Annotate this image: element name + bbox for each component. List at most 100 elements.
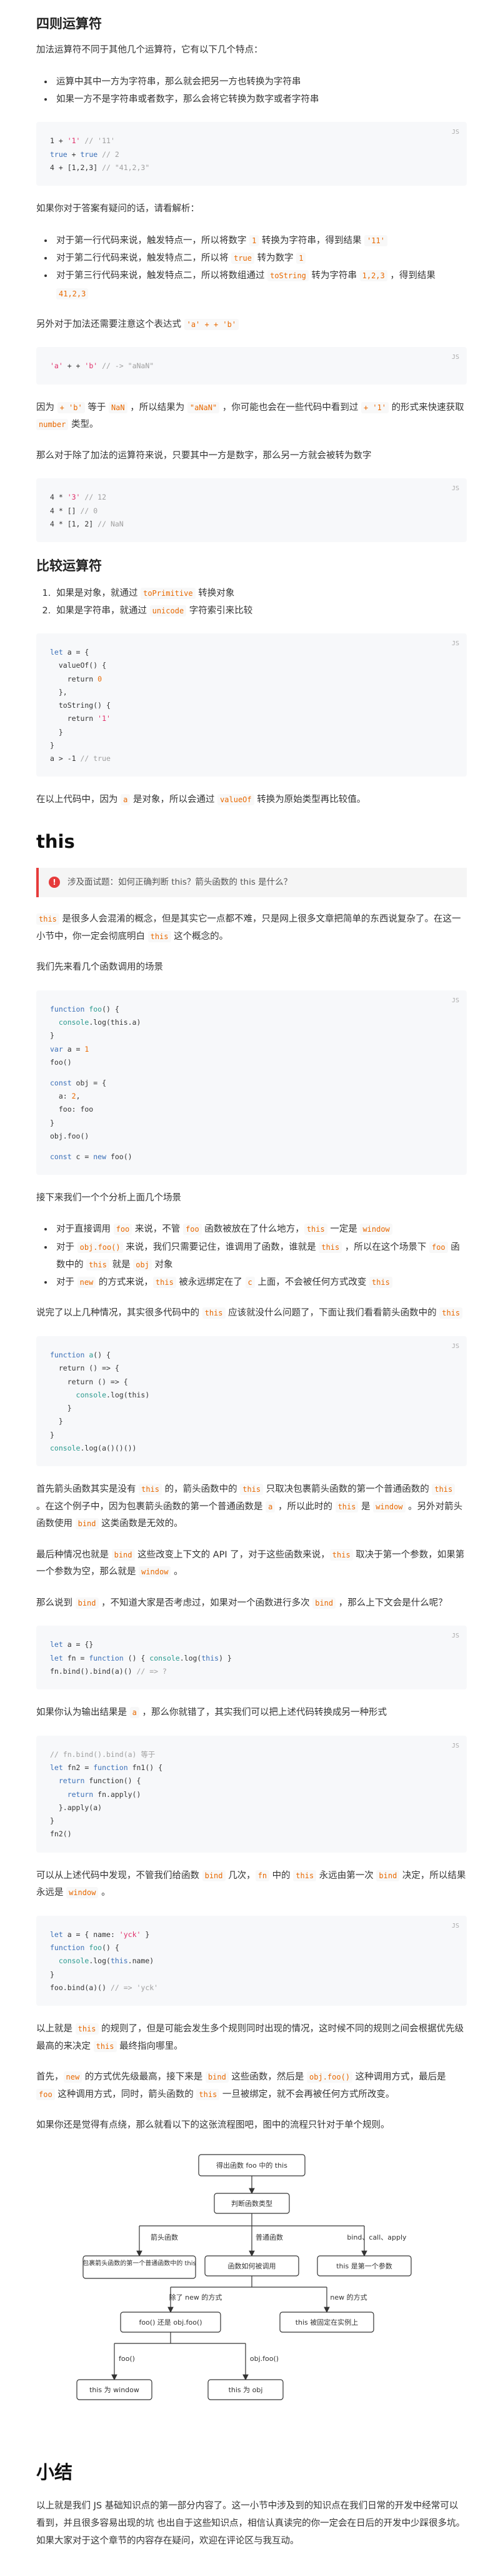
code-token: // '11': [80, 136, 115, 146]
code-line: a > -1 // true: [50, 752, 453, 765]
code-token: this: [201, 1653, 219, 1663]
text-run: 转为字符串: [308, 271, 360, 281]
section-title-arithmetic: 四则运算符: [36, 16, 102, 31]
this-flowchart: 得出函数 foo 中的 this 判断函数类型 箭头函数 普通函数 bind、c…: [36, 2148, 467, 2436]
callout-text: 涉及面试题：如何正确判断 this？箭头函数的 this 是什么？: [67, 877, 292, 887]
inline-code: this: [335, 1501, 359, 1512]
list-item: 对于 obj.foo() 来说，我们只需要记住，谁调用了函数，谁就是 this …: [54, 1239, 467, 1274]
text-run: 这种调用方式，最后是: [352, 2072, 446, 2083]
code-line: }: [50, 1968, 453, 1981]
list-item: 对于第二行代码来说，触发特点二，所以将 true 转为数字 1: [54, 249, 467, 267]
code-token: () {: [102, 1004, 119, 1014]
inline-code: fn: [255, 1869, 270, 1881]
text-run: 函数被放在了什么地方，: [201, 1224, 304, 1235]
code-token: a:: [50, 1092, 72, 1101]
text-run: 对于直接调用: [56, 1224, 114, 1235]
section-title-this: this: [36, 830, 75, 852]
code-block[interactable]: JS let a = { valueOf() { return 0 }, toSt…: [36, 633, 467, 777]
paragraph: 以上就是我们 JS 基础知识点的第一部分内容了。这一小节中涉及到的知识点在我们日…: [36, 2501, 466, 2546]
code-line: const obj = {: [50, 1077, 453, 1090]
inline-code: "aNaN": [187, 401, 220, 413]
text-run: 这些改变上下文的 API 了，对于这些函数来说，: [134, 1549, 330, 1560]
code-token: function() {: [84, 1776, 141, 1786]
inline-code: + '1': [361, 401, 389, 413]
text-run: 对于第一行代码来说，触发特点一，所以将数字: [56, 235, 250, 246]
code-token: console: [50, 1018, 89, 1027]
code-token: function: [50, 1943, 85, 1952]
code-token: // => ?: [136, 1666, 167, 1676]
inline-code: foo: [113, 1224, 132, 1235]
inline-code: this: [139, 1484, 162, 1496]
code-token: const: [50, 1078, 72, 1087]
code-token: },: [50, 687, 67, 697]
analysis-list: 对于第一行代码来说，触发特点一，所以将数字 1 转换为字符串，得到结果 '11'…: [54, 232, 467, 303]
flow-bind-result-text: this 是第一个参数: [336, 2262, 392, 2270]
code-block[interactable]: JS'a' + + 'b' // -> "aNaN": [36, 347, 467, 385]
text-run: 最终指向哪里。: [116, 2041, 183, 2051]
text-run: 永远由第一次: [316, 1870, 377, 1881]
inline-code: bind: [205, 2071, 229, 2083]
flow-obj-text: this 为 obj: [228, 2386, 262, 2394]
text-run: 转换为字符串，得到结果: [259, 235, 365, 246]
text-run: 转换对象: [195, 588, 235, 598]
text-run: 对于: [56, 1242, 77, 1252]
inline-code: this: [439, 1307, 463, 1319]
inline-code: this: [93, 2040, 117, 2052]
code-line: function a() {: [50, 1349, 453, 1362]
inline-code: bind: [75, 1597, 99, 1609]
inline-code: this: [147, 930, 171, 942]
text-run: 可以从上述代码中发现，不管我们给函数: [36, 1870, 202, 1881]
list-item: 对于第三行代码来说，触发特点二，所以将数组通过 toString 转为字符串 1…: [54, 267, 467, 303]
paragraph: 那么对于除了加法的运算符来说，只要其中一方是数字，那么另一方就会被转为数字: [36, 450, 372, 461]
code-line: obj.foo(): [50, 1130, 453, 1143]
code-token: foo: foo: [50, 1105, 94, 1114]
text-run: 因为: [36, 402, 57, 413]
text-run: 一定是: [327, 1224, 361, 1235]
code-token: }.apply(a): [50, 1803, 102, 1812]
code-line: return function() {: [50, 1774, 453, 1788]
inline-code: this: [329, 1549, 353, 1561]
code-block[interactable]: JS 1 + '1' // '11' true + true // 24 + [1,…: [36, 122, 467, 186]
inline-code: bind: [312, 1597, 336, 1609]
code-token: console: [50, 1443, 81, 1452]
code-token: // -> "aNaN": [97, 361, 154, 371]
text-run: 以上就是: [36, 2024, 76, 2035]
code-block[interactable]: JS function a() { return () => { return (…: [36, 1336, 467, 1467]
text-run: ，所以在这个场景下: [342, 1242, 429, 1252]
text-run: ，不知道大家是否考虑过，如果对一个函数进行多次: [98, 1597, 313, 1608]
code-token: }: [50, 1031, 54, 1040]
code-token: fn1() {: [127, 1763, 163, 1773]
interview-callout: ! 涉及面试题：如何正确判断 this？箭头函数的 this 是什么？: [36, 867, 467, 898]
code-token: let: [50, 1653, 63, 1663]
text-run: 的方式来说，: [96, 1277, 153, 1288]
code-line: 4 * [1, 2] // NaN: [50, 518, 453, 531]
code-line: },: [50, 686, 453, 699]
code-block[interactable]: JS let a = { name: 'yck' } function foo() …: [36, 1915, 467, 2006]
inline-code: + 'b': [57, 401, 85, 413]
text-run: 最后种情况也就是: [36, 1549, 112, 1560]
paragraph: 在以上代码中，因为 a 是对象，所以会通过 valueOf 转换为原始类型再比较…: [36, 792, 467, 809]
code-block[interactable]: JS function foo() { console.log(this.a)} v…: [36, 990, 467, 1175]
code-token: return () => {: [50, 1377, 128, 1386]
code-token: + +: [62, 361, 85, 371]
code-block[interactable]: JS 4 * '3' // 12 4 * [] // 04 * [1, 2] // …: [36, 478, 467, 543]
text-run: 只取决包裹箭头函数的第一个普通函数的: [263, 1484, 432, 1495]
code-token: function: [50, 1351, 85, 1360]
inline-code: this: [196, 2088, 220, 2100]
text-run: 对于第二行代码来说，触发特点二，所以将: [56, 253, 232, 264]
code-token: function: [89, 1653, 124, 1663]
code-block[interactable]: JS let a = {} let fn = function () { conso…: [36, 1626, 467, 1690]
code-token: a = {: [62, 648, 89, 657]
paragraph: this 是很多人会混淆的概念，但是其实它一点都不难，只是网上很多文章把简单的东…: [36, 911, 467, 945]
code-line: }: [50, 1117, 453, 1130]
inline-code: foo: [183, 1224, 202, 1235]
text-run: 如果是字符串，就通过: [56, 605, 150, 616]
list-item: 如果是字符串，就通过 unicode 字符索引来比较: [54, 602, 467, 620]
code-token: let: [50, 1763, 63, 1773]
list-item: 对于直接调用 foo 来说，不管 foo 函数被放在了什么地方，this 一定是…: [54, 1220, 467, 1238]
code-token: c =: [71, 1152, 94, 1161]
code-block[interactable]: JS // fn.bind().bind(a) 等于 let fn2 = funct…: [36, 1735, 467, 1853]
code-token: ,: [76, 1092, 81, 1101]
text-run: ，那么你就错了，其实我们可以把上述代码转换成另一种形式: [139, 1708, 387, 1718]
